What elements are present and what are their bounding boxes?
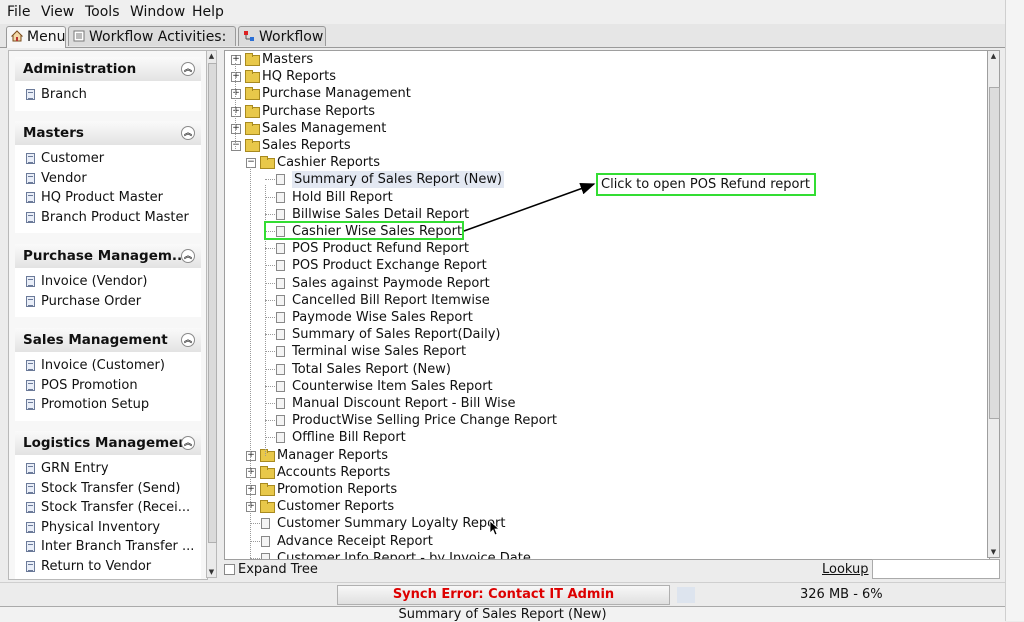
- status-bar: Synch Error: Contact IT Admin 326 MB - 6…: [0, 582, 1005, 607]
- checkbox-icon[interactable]: [224, 564, 235, 575]
- lookup-input[interactable]: [872, 559, 1000, 579]
- status-indicator: [677, 587, 695, 603]
- callout-label: Click to open POS Refund report: [596, 173, 816, 196]
- annotation-arrow: [463, 182, 596, 232]
- expand-tree-label: Expand Tree: [238, 562, 318, 577]
- mouse-cursor-icon: [489, 520, 501, 536]
- synch-error-button[interactable]: Synch Error: Contact IT Admin: [337, 585, 670, 605]
- lookup-label: Lookup: [822, 561, 869, 579]
- expand-tree-checkbox[interactable]: Expand Tree: [224, 561, 318, 579]
- memory-usage: 326 MB - 6%: [800, 587, 883, 602]
- lookup-label-text: Lookup: [822, 562, 869, 577]
- selected-item-label: Summary of Sales Report (New): [0, 606, 1005, 622]
